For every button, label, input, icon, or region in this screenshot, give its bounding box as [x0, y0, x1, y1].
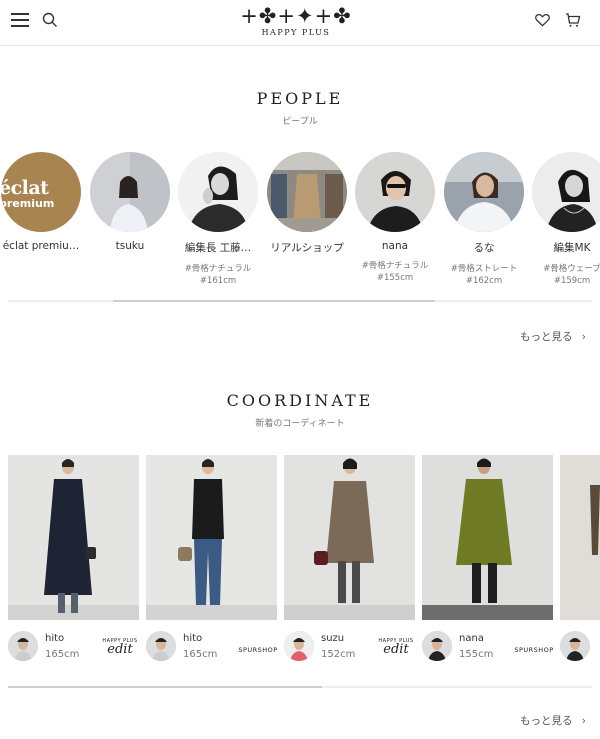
outfit-photo: [284, 455, 415, 620]
brand-logo-spurshop[interactable]: SPURSHOP: [510, 638, 558, 654]
avatar: [444, 152, 524, 232]
coordinate-card[interactable]: suzu 152cm HAPPY PLUS edit: [284, 455, 415, 667]
logo-marks: +✤+✦+✤: [240, 4, 352, 28]
person-body-type-tag: #骨格ウェーブ: [543, 264, 600, 274]
author-avatar[interactable]: [284, 631, 314, 661]
avatar-photo: [532, 152, 600, 232]
avatar: [90, 152, 170, 232]
avatar-photo: [178, 152, 258, 232]
author-height: 152cm: [321, 649, 356, 660]
person-name: 編集MK: [553, 242, 591, 254]
favorite-heart-icon[interactable]: [535, 13, 550, 27]
coordinate-photo: [146, 455, 277, 620]
person-name: リアルショップ: [270, 242, 344, 254]
coordinate-carousel[interactable]: hito 165cm HAPPY PLUS edit hito 165cm SP…: [0, 455, 600, 667]
avatar: [267, 152, 347, 232]
avatar-photo: [90, 152, 170, 232]
person-card[interactable]: tsuku: [85, 152, 175, 252]
author-avatar[interactable]: [422, 631, 452, 661]
eclat-premium-logo-avatar: éclat premium: [1, 152, 81, 232]
author-avatar[interactable]: [146, 631, 176, 661]
person-card[interactable]: éclat premium éclat premiu…: [0, 152, 86, 252]
site-header: +✤+✦+✤ HAPPY PLUS: [0, 0, 600, 46]
person-name: nana: [381, 240, 409, 252]
people-subtitle: ピープル: [282, 117, 318, 127]
author-height: 165cm: [45, 649, 80, 660]
person-height: #159cm: [553, 276, 591, 286]
person-name: tsuku: [115, 240, 145, 252]
hamburger-menu-icon[interactable]: [11, 13, 29, 27]
site-logo[interactable]: +✤+✦+✤ HAPPY PLUS: [236, 6, 356, 38]
person-card[interactable]: リアルショップ: [262, 152, 352, 255]
coordinate-card[interactable]: hito 165cm SPURSHOP: [146, 455, 277, 667]
more-link-label: もっと見る: [519, 715, 573, 727]
coordinate-subtitle: 新着のコーディネート: [255, 419, 345, 429]
brand-main-label: edit: [107, 642, 133, 657]
coordinate-card[interactable]: hito 165cm HAPPY PLUS edit: [8, 455, 139, 667]
person-body-type-tag: #骨格ストレート: [450, 264, 518, 274]
coordinate-photo: [560, 455, 600, 620]
coordinate-title: COORDINATE: [226, 391, 374, 410]
author-name: suzu: [321, 633, 345, 644]
author-name: hito: [183, 633, 203, 644]
avatar: [532, 152, 600, 232]
person-card[interactable]: るな #骨格ストレート #162cm: [439, 152, 529, 286]
author-avatar[interactable]: [560, 631, 590, 661]
logo-text: HAPPY PLUS: [261, 28, 331, 37]
more-link-label: もっと見る: [519, 331, 573, 343]
brand-logo-edit[interactable]: HAPPY PLUS edit: [96, 638, 144, 656]
people-carousel[interactable]: éclat premium éclat premiu… tsuku 編集長 工藤…: [0, 152, 600, 292]
person-height: #162cm: [465, 276, 503, 286]
people-title: PEOPLE: [256, 89, 344, 108]
author-height: 165cm: [183, 649, 218, 660]
avatar: [355, 152, 435, 232]
chevron-right-icon: ›: [581, 715, 586, 727]
coordinate-photo: [284, 455, 415, 620]
brand-logo-edit[interactable]: HAPPY PLUS edit: [372, 638, 420, 656]
outfit-photo: [8, 455, 139, 620]
avatar-photo: [355, 152, 435, 232]
person-body-type-tag: #骨格ナチュラル: [184, 264, 252, 274]
avatar-photo: [444, 152, 524, 232]
avatar-logo-text: éclat: [1, 177, 49, 199]
person-card[interactable]: nana #骨格ナチュラル #155cm: [350, 152, 440, 283]
outfit-photo: [560, 455, 600, 620]
person-name: éclat premiu…: [2, 240, 80, 252]
coordinate-scrollbar[interactable]: [8, 686, 592, 688]
coordinate-card[interactable]: [560, 455, 600, 667]
brand-logo-spurshop[interactable]: SPURSHOP: [234, 638, 282, 654]
person-card[interactable]: 編集長 工藤… #骨格ナチュラル #161cm: [173, 152, 263, 286]
brand-main-label: SPURSHOP: [238, 646, 278, 654]
author-avatar[interactable]: [8, 631, 38, 661]
avatar-logo-subtext: premium: [1, 197, 55, 210]
cart-icon[interactable]: [565, 12, 581, 28]
people-scrollbar-thumb[interactable]: [113, 300, 436, 302]
brand-main-label: SPURSHOP: [514, 646, 554, 654]
person-name: 編集長 工藤…: [184, 242, 252, 254]
coordinate-more-link[interactable]: もっと見る ›: [520, 713, 586, 728]
coordinate-photo: [422, 455, 553, 620]
coordinate-card[interactable]: nana 155cm SPURSHOP: [422, 455, 553, 667]
brand-main-label: edit: [383, 642, 409, 657]
people-more-link[interactable]: もっと見る ›: [520, 329, 586, 344]
person-name: るな: [473, 242, 495, 254]
avatar-photo: [267, 152, 347, 232]
person-height: #161cm: [199, 276, 237, 286]
outfit-photo: [146, 455, 277, 620]
coordinate-photo: [8, 455, 139, 620]
coordinate-scrollbar-thumb[interactable]: [8, 686, 322, 688]
chevron-right-icon: ›: [581, 331, 586, 343]
outfit-photo: [422, 455, 553, 620]
people-scrollbar[interactable]: [8, 300, 592, 302]
author-height: 155cm: [459, 649, 494, 660]
author-name: nana: [459, 633, 484, 644]
person-card[interactable]: 編集MK #骨格ウェーブ #159cm: [527, 152, 600, 286]
person-body-type-tag: #骨格ナチュラル: [361, 261, 429, 271]
search-icon[interactable]: [42, 12, 58, 28]
person-height: #155cm: [376, 273, 414, 283]
author-name: hito: [45, 633, 65, 644]
avatar: [178, 152, 258, 232]
